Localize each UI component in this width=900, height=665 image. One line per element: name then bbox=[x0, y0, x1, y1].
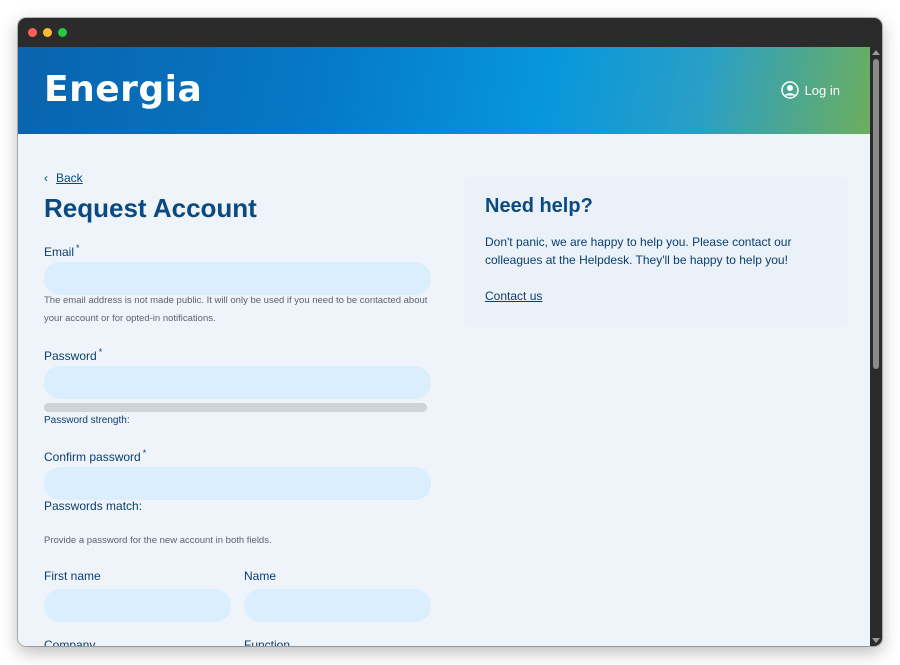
energia-logo[interactable]: Energia bbox=[44, 69, 202, 110]
email-label-text: Email bbox=[44, 245, 75, 259]
required-mark: * bbox=[142, 448, 147, 458]
login-button[interactable]: Log in bbox=[780, 81, 840, 99]
password-label: Password * bbox=[44, 347, 102, 363]
minimize-window-button[interactable] bbox=[43, 28, 52, 37]
page-viewport: Energia Log in ‹ Back Request Account Em… bbox=[18, 47, 870, 646]
back-link[interactable]: ‹ Back bbox=[44, 171, 83, 185]
page-title: Request Account bbox=[44, 193, 257, 223]
confirm-password-help-text: Provide a password for the new account i… bbox=[44, 535, 272, 546]
required-mark: * bbox=[76, 243, 80, 253]
confirm-password-field[interactable] bbox=[44, 467, 431, 500]
scroll-down-arrow-icon[interactable] bbox=[872, 638, 880, 643]
login-label: Log in bbox=[804, 82, 840, 98]
email-help-text: The email address is not made public. It… bbox=[44, 295, 428, 324]
password-field[interactable] bbox=[44, 366, 431, 399]
name-label: Name bbox=[244, 569, 277, 583]
close-window-button[interactable] bbox=[28, 28, 37, 37]
password-strength-bar bbox=[44, 403, 427, 412]
function-label: Function bbox=[244, 638, 291, 646]
chevron-left-icon: ‹ bbox=[44, 171, 48, 185]
scrollbar-thumb[interactable] bbox=[873, 59, 879, 369]
browser-window: Energia Log in ‹ Back Request Account Em… bbox=[18, 18, 882, 646]
name-field[interactable] bbox=[244, 589, 431, 622]
email-label: Email * bbox=[44, 243, 80, 259]
required-mark: * bbox=[98, 347, 103, 357]
email-field[interactable] bbox=[44, 262, 431, 295]
company-label: Company bbox=[44, 638, 96, 646]
contact-us-link[interactable]: Contact us bbox=[485, 289, 542, 303]
maximize-window-button[interactable] bbox=[58, 28, 67, 37]
confirm-password-label: Confirm password * bbox=[44, 448, 146, 464]
scroll-up-arrow-icon[interactable] bbox=[872, 50, 880, 55]
window-titlebar bbox=[18, 18, 882, 47]
site-header: Energia Log in bbox=[18, 47, 870, 134]
vertical-scrollbar[interactable] bbox=[870, 47, 882, 646]
first-name-label: First name bbox=[44, 569, 101, 583]
password-strength-label: Password strength: bbox=[44, 415, 130, 426]
first-name-field[interactable] bbox=[44, 589, 231, 622]
back-label: Back bbox=[56, 171, 83, 185]
user-circle-icon bbox=[780, 81, 799, 99]
confirm-password-label-text: Confirm password bbox=[44, 450, 141, 464]
password-label-text: Password bbox=[44, 349, 97, 363]
help-body: Don't panic, we are happy to help you. P… bbox=[485, 235, 792, 267]
passwords-match-label: Passwords match: bbox=[44, 499, 143, 513]
help-title: Need help? bbox=[485, 195, 593, 217]
